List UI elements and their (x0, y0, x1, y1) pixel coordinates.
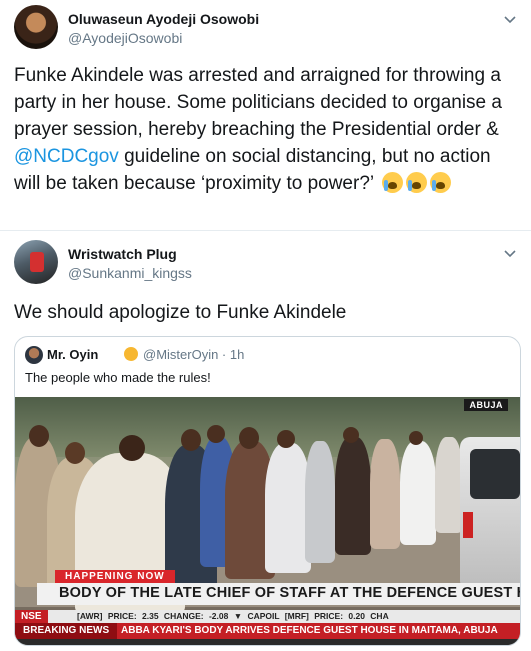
photo-figure-head (277, 430, 295, 448)
avatar[interactable] (14, 5, 58, 49)
photo-figure-head (181, 429, 201, 451)
news-photo[interactable]: ABUJA HAPPENING NOW BODY OF THE LATE CHI… (15, 397, 521, 645)
tweet-text: Funke Akindele was arrested and arraigne… (14, 62, 519, 197)
breaking-news-label: BREAKING NEWS (15, 623, 118, 639)
crying-face-icon (381, 172, 403, 193)
photo-bottom-edge (15, 639, 520, 645)
author-handle[interactable]: @Sunkanmi_kingss (68, 265, 192, 281)
ticker-label: NSE (15, 610, 48, 623)
photo-van-window (470, 449, 520, 499)
photo-figure-head (29, 425, 49, 447)
photo-figure (305, 441, 335, 563)
photo-figure-head (409, 431, 423, 445)
mention-link[interactable]: @NCDCgov (14, 146, 119, 167)
photo-figure-head (207, 425, 225, 443)
crying-face-icon (405, 172, 427, 193)
photo-figure (435, 437, 463, 533)
chevron-down-icon[interactable] (503, 12, 517, 26)
breaking-news-text: ABBA KYARI'S BODY ARRIVES DEFENCE GUEST … (121, 625, 498, 636)
breaking-news-bar: BREAKING NEWS ABBA KYARI'S BODY ARRIVES … (15, 623, 520, 639)
location-tag: ABUJA (464, 399, 508, 411)
photo-figure-head (343, 427, 359, 443)
photo-figure (370, 439, 400, 549)
avatar[interactable] (25, 346, 43, 364)
photo-figure-head (119, 435, 145, 461)
ticker-quotes: [AWR] PRICE: 2.35 CHANGE: -2.08 ▼ CAPOIL… (77, 611, 389, 621)
quoted-tweet[interactable]: Mr. Oyin @MisterOyin · 1h The people who… (14, 336, 521, 646)
author-name[interactable]: Wristwatch Plug (68, 246, 177, 262)
crying-face-icon (429, 172, 451, 193)
tweet-text: We should apologize to Funke Akindele (14, 302, 347, 323)
chevron-down-icon[interactable] (503, 246, 517, 260)
watch-icon (30, 252, 44, 272)
news-headline: BODY OF THE LATE CHIEF OF STAFF AT THE D… (59, 585, 521, 601)
photo-figure-head (239, 427, 259, 449)
author-name[interactable]: Oluwaseun Ayodeji Osowobi (68, 11, 259, 27)
tweet-text-part: Funke Akindele was arrested and arraigne… (14, 65, 502, 140)
avatar[interactable] (14, 240, 58, 284)
emoji-badge-icon (124, 347, 138, 361)
quoted-tweet-text: The people who made the rules! (25, 370, 211, 385)
photo-van-light (463, 512, 473, 538)
quoted-author-handle[interactable]: @MisterOyin · 1h (143, 347, 244, 362)
photo-figure (400, 441, 436, 545)
stock-ticker: NSE [AWR] PRICE: 2.35 CHANGE: -2.08 ▼ CA… (15, 610, 520, 623)
tweet-1[interactable]: Oluwaseun Ayodeji Osowobi @AyodejiOsowob… (0, 0, 531, 231)
quoted-author-name[interactable]: Mr. Oyin (47, 347, 98, 362)
happening-now-label: HAPPENING NOW (55, 570, 175, 583)
photo-figure-head (65, 442, 85, 464)
author-handle[interactable]: @AyodejiOsowobi (68, 30, 182, 46)
photo-figure (335, 437, 371, 555)
